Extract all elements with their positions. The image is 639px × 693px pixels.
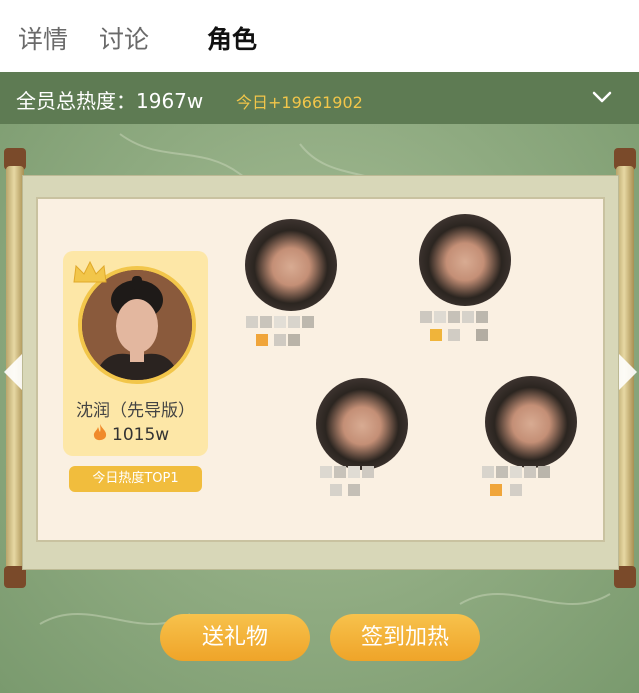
- top-role-name: 沈润（先导版）: [76, 401, 195, 421]
- checkin-boost-button[interactable]: 签到加热: [330, 614, 480, 661]
- avatar[interactable]: [245, 219, 337, 311]
- top-role-heat-value: 1015w: [112, 425, 170, 445]
- total-heat-bar[interactable]: 全员总热度：1967w 今日+19661902: [0, 72, 639, 124]
- total-heat-label: 全员总热度：: [16, 89, 136, 113]
- tab-roles[interactable]: 角色: [207, 20, 257, 56]
- send-gift-button[interactable]: 送礼物: [160, 614, 310, 661]
- total-heat-text: 全员总热度：1967w: [16, 85, 203, 114]
- portrait-image: [82, 270, 192, 380]
- today-heat-increase: 今日+19661902: [236, 93, 363, 112]
- blurred-label: [420, 311, 500, 351]
- blurred-label: [482, 466, 562, 506]
- blurred-label: [320, 466, 400, 506]
- tab-discussion[interactable]: 讨论: [99, 20, 149, 56]
- avatar[interactable]: [419, 214, 511, 306]
- fire-icon: [93, 424, 107, 441]
- top-role-heat: 1015w: [92, 423, 169, 445]
- avatar[interactable]: [485, 376, 577, 468]
- top-rank-badge: 今日热度TOP1: [69, 466, 202, 492]
- tab-details[interactable]: 详情: [18, 20, 68, 56]
- total-heat-value: 1967w: [136, 89, 204, 113]
- chevron-right-icon[interactable]: [617, 352, 639, 392]
- tab-bar: 详情 讨论 角色: [0, 0, 639, 72]
- chevron-left-icon[interactable]: [2, 352, 24, 392]
- chevron-down-icon[interactable]: [592, 90, 612, 104]
- avatar[interactable]: [316, 378, 408, 470]
- blurred-label: [246, 316, 326, 356]
- crown-icon: [73, 260, 107, 283]
